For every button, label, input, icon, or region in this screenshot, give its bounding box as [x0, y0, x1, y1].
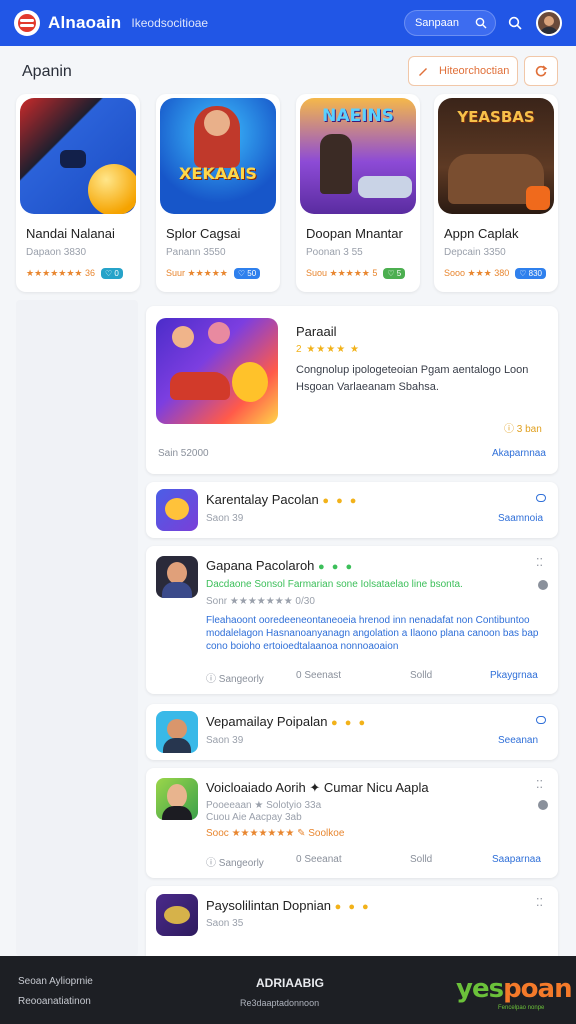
like-badge: ♡ 50 [233, 268, 261, 279]
item-stat: ⓘ Sangeorly [206, 674, 264, 685]
more-icon[interactable]: ⁚⁚ [536, 556, 543, 569]
item-stat: Solld [410, 670, 433, 681]
item-sub: Saon 35 [206, 918, 244, 929]
game-artwork: XEKAAIS [160, 98, 276, 214]
tile-rating: Suou ★★★★★ 5 ♡ 5 [306, 268, 416, 279]
promo-footer-text: Sain 52000 [158, 448, 209, 459]
featured-tile[interactable]: Nandai Nalanai Dapaon 3830 ★★★★★★★ 36 ♡ 0 [16, 94, 140, 292]
promo-title: Paraail [296, 324, 337, 339]
tile-meta: Poonan 3 55 [306, 247, 363, 258]
game-artwork: YEASBAS [438, 98, 554, 214]
promo-description: Congnolup ipologeteoian Pgam aentalogo L… [296, 364, 529, 393]
app-icon [156, 489, 198, 531]
top-app-bar: Alnaoain Ikeodsocitioae Sanpaan [0, 0, 576, 46]
item-rating: Sonr ★★★★★★★ 0/30 [206, 596, 315, 607]
list-item[interactable]: Paysolilintan Dopnian ● ● ● ⁚⁚ Saon 35 [146, 886, 558, 956]
brand-tagline: Ikeodsocitioae [131, 16, 209, 30]
refresh-button[interactable] [524, 56, 558, 86]
footer: Seoan Aylioprnie Reooanatiatinon ADRIAAB… [0, 956, 576, 1024]
app-icon [156, 556, 198, 598]
game-artwork [20, 98, 136, 214]
tile-title: Nandai Nalanai [26, 226, 115, 241]
promo-rating: 2 ★★★★ ★ [296, 344, 360, 355]
like-badge: ♡ 5 [383, 268, 406, 279]
item-link[interactable]: Pkaygrnaa [490, 670, 538, 681]
chat-icon[interactable] [536, 716, 546, 724]
item-rating: Sooc ★★★★★★★ ✎ Soolkoe [206, 828, 345, 839]
game-artwork: NAEINS [300, 98, 416, 214]
left-sidebar [16, 300, 138, 956]
promo-card[interactable]: Paraail 2 ★★★★ ★ Congnolup ipologeteoian… [146, 306, 558, 474]
chat-icon[interactable] [536, 494, 546, 502]
user-avatar[interactable] [536, 10, 562, 36]
item-sub: Saon 39 [206, 735, 244, 746]
search-icon [475, 17, 487, 29]
list-item[interactable]: Gapana Pacolaroh ● ● ● ⁚⁚ Dacdaone Sonso… [146, 546, 558, 694]
promo-action-link[interactable]: Akaparnnaa [492, 448, 546, 459]
footer-link[interactable]: Seoan Aylioprnie [18, 976, 93, 987]
game-artwork [156, 318, 278, 424]
like-badge: ♡ 0 [101, 268, 123, 279]
tile-meta: Panann 3550 [166, 247, 226, 258]
tile-rating: Sooo ★★★ 380 ♡ 830 [444, 268, 554, 279]
refresh-icon [534, 64, 548, 78]
item-stat: 0 Seeanat [296, 854, 342, 865]
item-sub: Pooeeaan ★ Solotyio 33a [206, 800, 322, 811]
list-item[interactable]: Vepamailay Poipalan ● ● ● Saon 39 Seeana… [146, 704, 558, 760]
app-icon [156, 894, 198, 936]
more-icon[interactable]: ⁚⁚ [536, 778, 543, 791]
item-title: Vepamailay Poipalan ● ● ● [206, 714, 368, 729]
item-link[interactable]: Saaparnaa [492, 854, 541, 865]
item-title: Paysolilintan Dopnian ● ● ● [206, 898, 371, 913]
pen-icon [417, 65, 429, 77]
app-logo[interactable] [14, 10, 40, 36]
search-icon[interactable] [508, 16, 522, 30]
item-sub: Saon 39 [206, 513, 244, 524]
featured-tile[interactable]: XEKAAIS Splor Cagsai Panann 3550 Suur ★★… [156, 94, 280, 292]
section-title: Apanin [22, 63, 72, 80]
filter-label: Hiteorchoctian [439, 65, 510, 77]
status-dot-icon [538, 800, 548, 810]
item-stat: 0 Seenast [296, 670, 342, 681]
item-sub: Cuou Aie Aacpay 3ab [206, 812, 302, 823]
list-item[interactable]: Voicloaiado Aorih ✦ Cumar Nicu Aapla ⁚⁚ … [146, 768, 558, 878]
partner-logo[interactable]: yespoan [456, 974, 573, 1004]
item-sub: Dacdaone Sonsol Farmarian sone Iolsatael… [206, 579, 463, 590]
featured-tile[interactable]: YEASBAS Appn Caplak Depcain 3350 Sooo ★★… [434, 94, 558, 292]
status-dot-icon [538, 580, 548, 590]
tile-title: Appn Caplak [444, 226, 519, 241]
tile-meta: Depcain 3350 [444, 247, 506, 258]
item-stat: ⓘ Sangeorly [206, 858, 264, 869]
tile-title: Splor Cagsai [166, 226, 241, 241]
app-icon [156, 778, 198, 820]
partner-logo-caption: Fencelpao nonpe [498, 1005, 545, 1011]
item-link[interactable]: Seeanan [498, 735, 538, 746]
app-icon [156, 711, 198, 753]
footer-link[interactable]: Reooanatiatinon [18, 996, 91, 1007]
tile-rating: Suur ★★★★★ ♡ 50 [166, 268, 276, 279]
tile-title: Doopan Mnantar [306, 226, 403, 241]
search-label: Sanpaan [414, 17, 459, 29]
coin-count: ⓘ 3 ban [504, 424, 542, 435]
more-icon[interactable]: ⁚⁚ [536, 896, 543, 909]
filter-button[interactable]: Hiteorchoctian [408, 56, 518, 86]
footer-title: ADRIAABIG [256, 976, 324, 990]
list-item[interactable]: Karentalay Pacolan ● ● ● Saon 39 Saamnoi… [146, 482, 558, 538]
tile-meta: Dapaon 3830 [26, 247, 87, 258]
item-stat: Solld [410, 854, 433, 865]
item-title: Gapana Pacolaroh ● ● ● [206, 558, 355, 573]
item-title: Voicloaiado Aorih ✦ Cumar Nicu Aapla [206, 780, 429, 795]
item-link[interactable]: Saamnoia [498, 513, 543, 524]
brand-name: Alnaoain [48, 13, 122, 32]
item-description: Fleahaoont ooredeeneontaneoeia hrenod in… [206, 615, 539, 652]
item-title: Karentalay Pacolan ● ● ● [206, 492, 359, 507]
like-badge: ♡ 830 [515, 268, 546, 279]
featured-tile[interactable]: NAEINS Doopan Mnantar Poonan 3 55 Suou ★… [296, 94, 420, 292]
search-pill[interactable]: Sanpaan [403, 10, 496, 36]
tile-rating: ★★★★★★★ 36 ♡ 0 [26, 268, 136, 279]
footer-subtitle: Re3daaptadonnoon [240, 998, 320, 1008]
